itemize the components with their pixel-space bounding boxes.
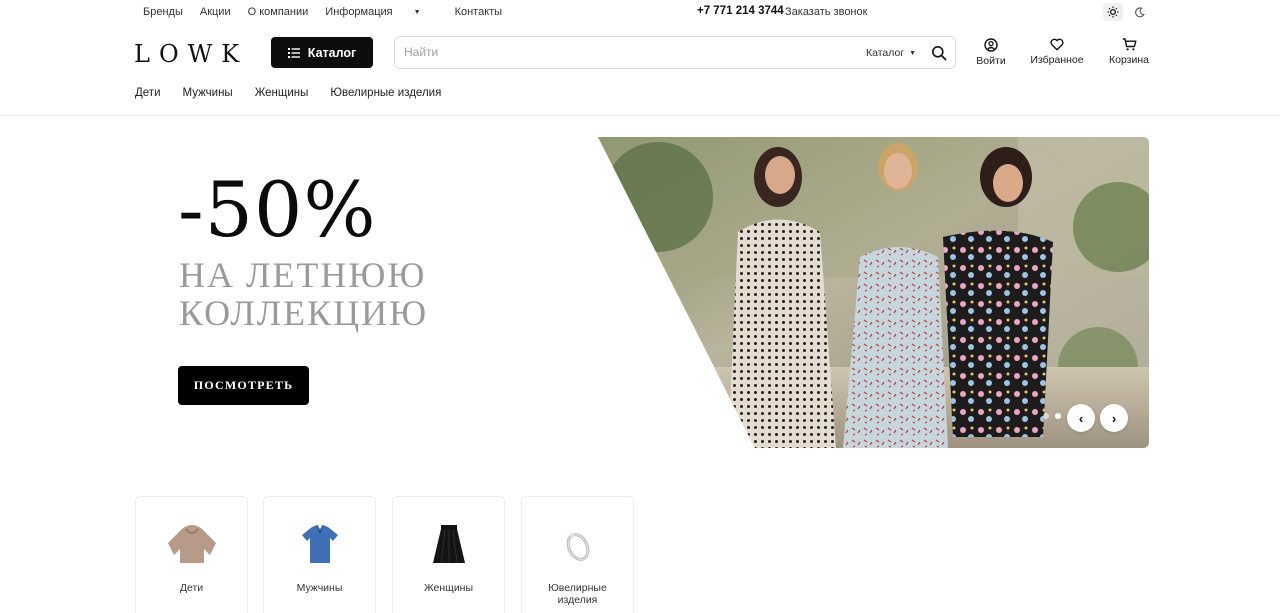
top-link-info[interactable]: Информация ▼ xyxy=(325,6,437,18)
light-theme-button[interactable] xyxy=(1103,3,1123,21)
slider-dot[interactable] xyxy=(1043,413,1049,419)
cart-icon xyxy=(1122,38,1136,51)
category-nav: Дети Мужчины Женщины Ювелирные изделия xyxy=(135,87,463,99)
hoodie-icon xyxy=(136,523,247,567)
nav-item-men[interactable]: Мужчины xyxy=(183,87,233,99)
top-link-about[interactable]: О компании xyxy=(248,6,309,18)
caret-down-icon: ▼ xyxy=(413,9,421,16)
catalog-button[interactable]: Каталог xyxy=(271,37,373,68)
top-link-contacts[interactable]: Контакты xyxy=(455,6,503,18)
next-slide-button[interactable]: › xyxy=(1100,404,1128,432)
search-scope-select[interactable]: Каталог ▼ xyxy=(866,47,916,59)
chevron-left-icon: ‹ xyxy=(1078,410,1084,426)
category-tile-kids[interactable]: Дети xyxy=(135,496,248,613)
slider-dots xyxy=(1043,413,1061,419)
polo-shirt-icon xyxy=(264,523,375,567)
skirt-icon xyxy=(393,523,504,567)
site-logo[interactable]: LOWK xyxy=(134,40,248,68)
phone-number[interactable]: +7 771 214 3744 xyxy=(697,5,784,17)
nav-item-kids[interactable]: Дети xyxy=(135,87,161,99)
top-nav: Бренды Акции О компании Информация ▼ Конт… xyxy=(143,6,519,18)
moon-icon xyxy=(1134,6,1145,17)
nav-item-jewelry[interactable]: Ювелирные изделия xyxy=(330,87,441,99)
search-scope-label: Каталог xyxy=(866,47,905,59)
favorites-label: Избранное xyxy=(1030,54,1084,66)
category-tile-label: Женщины xyxy=(423,582,474,594)
list-icon xyxy=(287,47,300,58)
hero-subtitle-line1: НА ЛЕТНЮЮ xyxy=(179,255,427,295)
search-box: Каталог ▼ xyxy=(394,36,956,69)
header-divider xyxy=(0,115,1280,116)
prev-slide-button[interactable]: ‹ xyxy=(1067,404,1095,432)
hero-banner-image[interactable] xyxy=(598,137,1149,448)
cart-label: Корзина xyxy=(1109,54,1149,66)
view-button[interactable]: ПОСМОТРЕТЬ xyxy=(178,366,309,405)
callback-link[interactable]: Заказать звонок xyxy=(785,6,867,18)
category-tile-jewelry[interactable]: Ювелирные изделия xyxy=(521,496,634,613)
caret-down-icon: ▼ xyxy=(909,50,917,57)
category-tile-women[interactable]: Женщины xyxy=(392,496,505,613)
category-tile-label: Ювелирные изделия xyxy=(548,582,607,606)
theme-switcher xyxy=(1103,3,1149,21)
category-tile-label: Мужчины xyxy=(296,582,343,594)
hero-discount: -50% xyxy=(178,165,377,254)
ring-icon xyxy=(522,523,633,567)
nav-item-women[interactable]: Женщины xyxy=(255,87,309,99)
top-link-promotions[interactable]: Акции xyxy=(200,6,231,18)
login-label: Войти xyxy=(976,55,1006,67)
search-icon[interactable] xyxy=(931,45,947,61)
top-link-brands[interactable]: Бренды xyxy=(143,6,183,18)
chevron-right-icon: › xyxy=(1111,410,1117,426)
dark-theme-button[interactable] xyxy=(1129,3,1149,21)
user-icon xyxy=(984,38,998,52)
category-tile-men[interactable]: Мужчины xyxy=(263,496,376,613)
category-tile-label: Дети xyxy=(179,582,204,594)
catalog-button-label: Каталог xyxy=(307,45,357,60)
banner-photo xyxy=(598,137,1149,448)
sun-icon xyxy=(1107,6,1119,18)
favorites-button[interactable]: Избранное xyxy=(1030,38,1084,66)
hero-subtitle: НА ЛЕТНЮЮ КОЛЛЕКЦИЮ xyxy=(179,256,428,332)
heart-icon xyxy=(1050,38,1064,51)
search-input[interactable] xyxy=(404,45,804,59)
cart-button[interactable]: Корзина xyxy=(1108,38,1150,66)
top-link-info-label: Информация xyxy=(325,6,393,18)
slider-dot-active[interactable] xyxy=(1055,413,1061,419)
top-bar: Бренды Акции О компании Информация ▼ Конт… xyxy=(0,0,1280,24)
login-button[interactable]: Войти xyxy=(974,38,1008,67)
hero-subtitle-line2: КОЛЛЕКЦИЮ xyxy=(179,293,429,333)
